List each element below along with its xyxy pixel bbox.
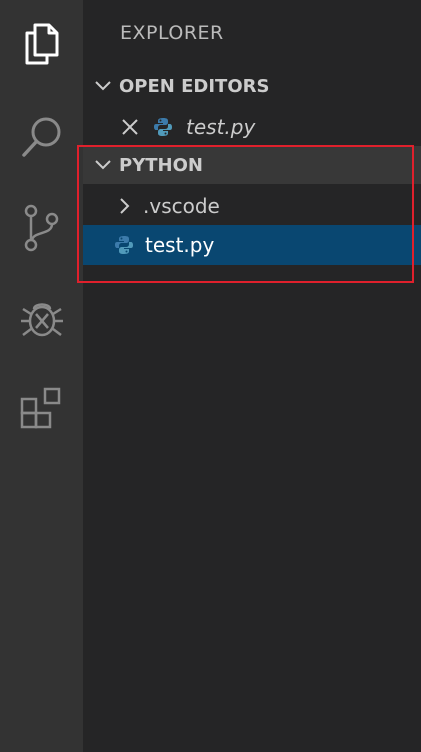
activity-bar [0, 0, 83, 752]
debug-icon [20, 303, 63, 337]
open-editor-item[interactable]: test.py [83, 107, 421, 147]
vscode-window: EXPLORER OPEN EDITORS test.py PYTHON .vs… [0, 0, 421, 752]
chevron-right-icon [117, 197, 133, 215]
tree-item-vscode-folder[interactable]: .vscode [83, 186, 421, 226]
search-icon [21, 117, 60, 157]
tree-item-label: .vscode [143, 194, 220, 218]
source-control-activity-button[interactable] [0, 192, 83, 264]
tree-item-test-py[interactable]: test.py [83, 225, 421, 265]
extensions-activity-button[interactable] [0, 372, 83, 444]
open-editors-label: OPEN EDITORS [119, 75, 270, 97]
extensions-icon [20, 387, 60, 429]
sidebar-title: EXPLORER [120, 22, 224, 44]
source-control-icon [24, 204, 58, 252]
debug-activity-button[interactable] [0, 282, 83, 354]
chevron-down-icon [91, 80, 115, 92]
tree-item-label: test.py [145, 233, 215, 257]
open-editors-header[interactable]: OPEN EDITORS [83, 67, 421, 105]
workspace-folder-header[interactable]: PYTHON [83, 146, 421, 184]
python-file-icon [113, 235, 135, 255]
chevron-down-icon [91, 159, 115, 171]
open-editor-filename: test.py [186, 115, 256, 139]
explorer-activity-button[interactable] [0, 8, 83, 80]
close-icon[interactable] [120, 118, 140, 136]
workspace-folder-label: PYTHON [119, 154, 203, 176]
files-icon [25, 23, 58, 65]
explorer-sidebar: EXPLORER OPEN EDITORS test.py PYTHON .vs… [83, 0, 421, 752]
search-activity-button[interactable] [0, 102, 83, 174]
python-file-icon [152, 117, 174, 137]
